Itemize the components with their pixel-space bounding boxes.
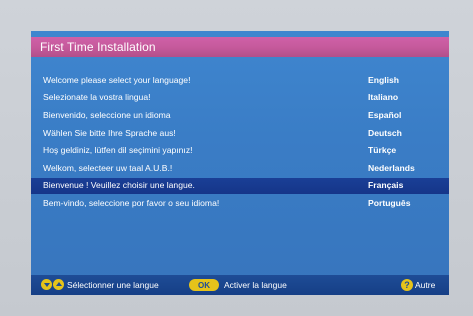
language-prompt: Selezionate la vostra lingua! (43, 92, 151, 103)
language-option-espanol[interactable]: Bienvenido, seleccione un idioma Español (31, 106, 449, 124)
select-language-hint: Sélectionner une langue (67, 280, 159, 290)
language-prompt: Bem-vindo, seleccione por favor o seu id… (43, 197, 220, 208)
language-name: English (368, 74, 400, 85)
language-prompt: Welcome please select your language! (43, 74, 191, 85)
title-bar: First Time Installation (31, 37, 449, 57)
activate-language-hint: Activer la langue (224, 280, 287, 290)
language-option-portugues[interactable]: Bem-vindo, seleccione por favor o seu id… (31, 194, 449, 212)
language-name: Français (368, 180, 404, 191)
language-name: Italiano (368, 92, 399, 103)
navigation-keys (41, 279, 65, 290)
language-prompt: Bienvenido, seleccione un idioma (43, 109, 171, 120)
arrow-down-icon[interactable] (41, 279, 52, 290)
language-prompt: Bienvenue ! Veuillez choisir une langue. (43, 180, 195, 191)
ok-key-icon[interactable]: OK (189, 279, 219, 291)
language-option-nederlands[interactable]: Welkom, selecteer uw taal A.U.B.! Nederl… (31, 159, 449, 177)
language-prompt: Welkom, selecteer uw taal A.U.B.! (43, 162, 173, 173)
language-option-turkce[interactable]: Hoş geldiniz, lütfen dil seçimini yapını… (31, 141, 449, 159)
language-option-francais[interactable]: Bienvenue ! Veuillez choisir une langue.… (31, 177, 449, 195)
language-option-deutsch[interactable]: Wählen Sie bitte Ihre Sprache aus! Deuts… (31, 124, 449, 142)
language-option-english[interactable]: Welcome please select your language! Eng… (31, 71, 449, 89)
language-name: Português (368, 197, 411, 208)
language-prompt: Hoş geldiniz, lütfen dil seçimini yapını… (43, 145, 193, 156)
language-name: Español (368, 109, 402, 120)
other-hint: Autre (415, 280, 436, 290)
arrow-up-icon[interactable] (53, 279, 64, 290)
key-hint-bar: Sélectionner une langue OK Activer la la… (31, 275, 449, 295)
installation-panel: First Time Installation Welcome please s… (31, 31, 449, 294)
page-title: First Time Installation (40, 40, 156, 54)
language-name: Nederlands (368, 162, 415, 173)
help-key-icon[interactable]: ? (401, 279, 413, 291)
language-list: Welcome please select your language! Eng… (31, 71, 449, 212)
tv-screen: First Time Installation Welcome please s… (0, 0, 473, 316)
language-prompt: Wählen Sie bitte Ihre Sprache aus! (43, 127, 176, 138)
language-name: Deutsch (368, 127, 402, 138)
language-name: Türkçe (368, 145, 397, 156)
language-option-italiano[interactable]: Selezionate la vostra lingua! Italiano (31, 89, 449, 107)
